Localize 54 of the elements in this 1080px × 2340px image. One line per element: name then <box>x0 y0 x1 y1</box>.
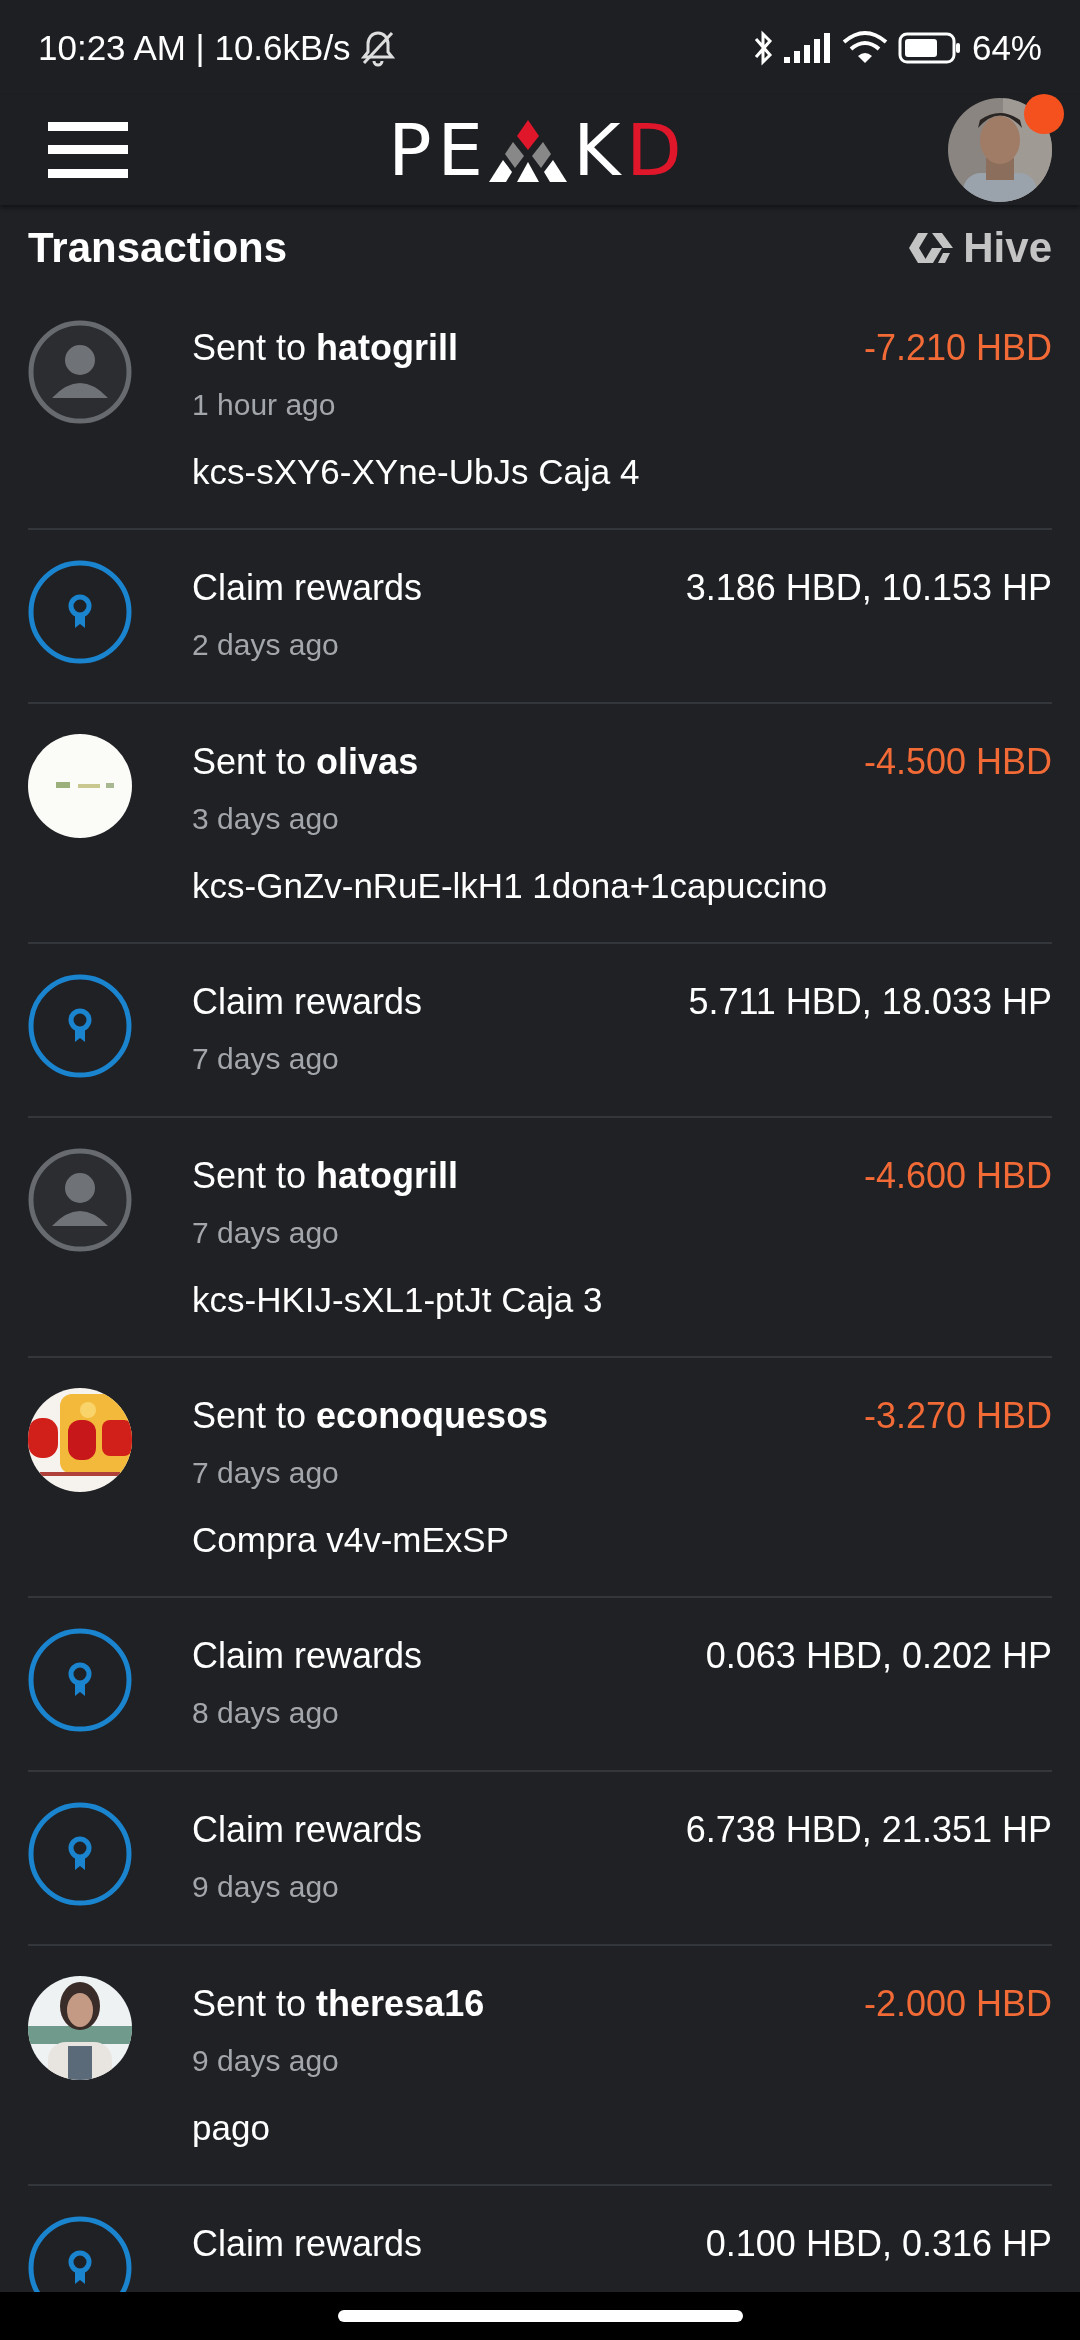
transaction-amount: 6.738 HBD, 21.351 HP <box>685 1808 1052 1852</box>
transaction-amount: -3.270 HBD <box>863 1394 1052 1438</box>
transaction-time: 7 days ago <box>192 1215 340 1251</box>
transaction-title: Sent to theresa16 <box>192 1982 486 2026</box>
transaction-amount: -2.000 HBD <box>863 1982 1052 2026</box>
logo-mark-icon <box>489 120 568 182</box>
transaction-amount: -7.210 HBD <box>863 326 1052 370</box>
transaction-title: Claim rewards <box>192 1634 424 1678</box>
award-icon <box>28 1628 132 1732</box>
transaction-memo: kcs-GnZv-nRuE-lkH1 1dona+1capuccino <box>192 865 829 907</box>
transaction-time: 7 days ago <box>192 1041 340 1077</box>
network-label: Hive <box>963 223 1052 272</box>
signal-icon <box>783 32 832 63</box>
transaction-memo: pago <box>192 2107 271 2149</box>
transaction-time: 8 days ago <box>192 1695 340 1731</box>
transaction-memo: kcs-sXY6-XYne-UbJs Caja 4 <box>192 451 641 493</box>
battery-percent: 64% <box>971 27 1042 68</box>
logo-text: PE <box>388 114 490 186</box>
transaction-title: Claim rewards <box>192 566 424 610</box>
transaction-title: Claim rewards <box>192 980 424 1024</box>
menu-icon[interactable] <box>48 122 128 178</box>
transaction-time: 1 hour ago <box>192 387 337 423</box>
section-title: Transactions <box>28 223 289 272</box>
logo-text: K <box>573 114 627 186</box>
award-icon <box>28 560 132 664</box>
transaction-title: Claim rewards <box>192 1808 424 1852</box>
wifi-icon <box>841 29 888 66</box>
user-icon <box>28 320 132 424</box>
award-icon <box>28 2216 132 2292</box>
battery-icon <box>897 31 962 64</box>
transaction-title: Sent to olivas <box>192 740 420 784</box>
logo-text: D <box>626 114 688 186</box>
user-icon <box>28 1148 132 1252</box>
transaction-title: Claim rewards <box>192 2222 424 2266</box>
transaction-time: 7 days ago <box>192 1455 340 1491</box>
transaction-memo: Compra v4v-mExSP <box>192 1519 511 1561</box>
transaction-time: 9 days ago <box>192 2043 340 2079</box>
transaction-time: 2 days ago <box>192 627 340 663</box>
transaction-amount: 0.100 HBD, 0.316 HP <box>705 2222 1052 2266</box>
transaction-amount: 5.711 HBD, 18.033 HP <box>688 980 1052 1024</box>
transaction-time: 9 days ago <box>192 1869 340 1905</box>
status-time: 10:23 AM | 10.6kB/s <box>38 27 351 68</box>
transaction-title: Sent to econoquesos <box>192 1394 550 1438</box>
transaction-time: 3 days ago <box>192 801 340 837</box>
transaction-title: Sent to hatogrill <box>192 1154 460 1198</box>
transaction-amount: -4.500 HBD <box>863 740 1052 784</box>
award-icon <box>28 1802 132 1906</box>
transaction-memo: kcs-HKIJ-sXL1-ptJt Caja 3 <box>192 1279 604 1321</box>
transaction-amount: 0.063 HBD, 0.202 HP <box>705 1634 1052 1678</box>
hive-icon <box>909 230 956 265</box>
transaction-title: Sent to hatogrill <box>192 326 460 370</box>
transaction-amount: -4.600 HBD <box>863 1154 1052 1198</box>
award-icon <box>28 974 132 1078</box>
transaction-amount: 3.186 HBD, 10.153 HP <box>685 566 1052 610</box>
